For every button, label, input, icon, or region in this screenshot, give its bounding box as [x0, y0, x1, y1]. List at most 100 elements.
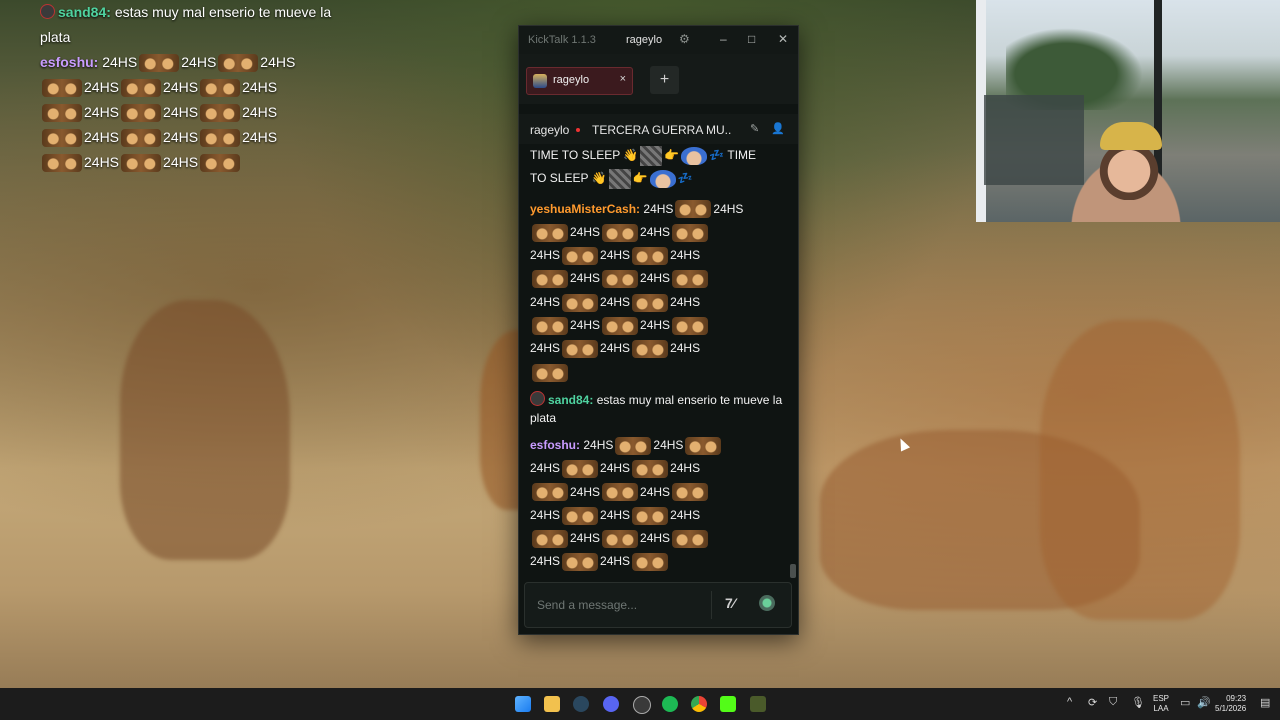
- emote-icon: [615, 436, 652, 455]
- volume-icon[interactable]: 🔊: [1197, 696, 1211, 709]
- taskbar: ^ ⟳ ⛉ 🎙 ESP LAA ▭ 🔊 09:23 5/1/2026 ▤: [0, 688, 1280, 720]
- message-text: 24HS: [600, 461, 631, 476]
- lang-code: ESP: [1153, 694, 1170, 703]
- emote-icon: [672, 316, 709, 335]
- chrome-icon[interactable]: [691, 696, 707, 712]
- emote-icon: [532, 270, 568, 289]
- message-text: 24HS: [600, 294, 631, 309]
- emote-icon: [532, 483, 568, 502]
- emote-icon: [42, 79, 82, 98]
- title-bar[interactable]: KickTalk 1.1.3 rageylo ⚙ – □ ✕: [519, 26, 798, 54]
- emote-icon: [632, 460, 669, 479]
- chat-message: esfoshu: 24HS 24HS 24HS 24HS 24HS 24HS 24HS …: [530, 434, 789, 574]
- message-input-box: Send a message... 7⁄: [524, 582, 792, 628]
- point-icon: 👉: [632, 171, 648, 186]
- channel-avatar: [533, 74, 547, 88]
- message-text: 24HS: [570, 271, 601, 286]
- emote-icon: [121, 104, 162, 123]
- notification-icon[interactable]: ▤: [1260, 696, 1270, 709]
- overlay-row: 24HS 24HS 24HS: [40, 100, 350, 125]
- stream-title: TERCERA GUERRA MU...: [592, 123, 732, 137]
- current-user[interactable]: rageylo: [626, 34, 662, 46]
- lang-layout: LAA: [1153, 704, 1169, 713]
- chat-username[interactable]: yeshuaMisterCash:: [530, 202, 640, 216]
- background-deer-left: [120, 300, 290, 560]
- overlay-row: plata: [40, 25, 350, 50]
- discord-icon[interactable]: [603, 696, 619, 712]
- overlay-username: sand84:: [58, 4, 111, 20]
- message-text: TIME TO SLEEP: [530, 148, 621, 162]
- scrollbar-thumb[interactable]: [790, 564, 796, 578]
- pencil-icon[interactable]: ✎: [750, 122, 759, 135]
- message-text: 24HS: [670, 461, 701, 476]
- close-button[interactable]: ✕: [778, 32, 788, 46]
- chat-scrollbar[interactable]: [790, 144, 796, 582]
- emote-icon: [562, 553, 599, 572]
- translate-button[interactable]: 7⁄: [725, 595, 735, 611]
- chat-message: sand84: estas muy mal enserio te mueve l…: [530, 390, 789, 427]
- message-text: 24HS: [653, 437, 684, 452]
- sync-icon[interactable]: ⟳: [1088, 696, 1097, 709]
- overlay-row: sand84: estas muy mal enserio te mueve l…: [40, 0, 350, 25]
- overlay-token: 24HS: [84, 79, 120, 95]
- obs-icon[interactable]: [633, 696, 651, 714]
- message-input[interactable]: Send a message...: [537, 598, 637, 612]
- emote-icon: [532, 223, 568, 242]
- message-text: 24HS: [530, 294, 561, 309]
- emote-icon: [632, 553, 669, 572]
- kicktalk-app-icon[interactable]: [750, 696, 766, 712]
- message-text: 24HS: [570, 318, 601, 333]
- message-text: 24HS: [640, 318, 671, 333]
- overlay-token: 24HS: [84, 104, 120, 120]
- emote-icon: [632, 506, 669, 525]
- chat-message: TIME TO SLEEP 👋 👉 💤 TIME TO SLEEP 👋 👉 💤: [530, 144, 789, 191]
- emote-icon: [602, 529, 639, 548]
- minimize-button[interactable]: –: [720, 32, 727, 46]
- maximize-button[interactable]: □: [748, 32, 755, 46]
- tab-rageylo[interactable]: rageylo ×: [526, 67, 633, 95]
- message-text: TIME: [727, 148, 757, 162]
- kick-icon[interactable]: [720, 696, 736, 712]
- overlay-token: 24HS: [181, 54, 217, 70]
- emote-icon: [200, 154, 241, 173]
- message-text: 24HS: [670, 248, 701, 263]
- language-indicator[interactable]: ESP LAA: [1153, 694, 1169, 714]
- windows-start-icon[interactable]: [515, 696, 531, 712]
- user-icon[interactable]: 👤: [771, 122, 785, 135]
- spotify-icon[interactable]: [662, 696, 678, 712]
- steam-icon[interactable]: [573, 696, 589, 712]
- emote-icon: [602, 270, 639, 289]
- emote-icon: [632, 340, 669, 359]
- emote-picker-icon[interactable]: [759, 595, 775, 611]
- chat-messages[interactable]: TIME TO SLEEP 👋 👉 💤 TIME TO SLEEP 👋 👉 💤 yesh…: [519, 144, 789, 582]
- overlay-token: 24HS: [242, 104, 278, 120]
- emote-icon: [532, 363, 568, 382]
- overlay-token: 24HS: [163, 129, 199, 145]
- file-explorer-icon[interactable]: [544, 696, 560, 712]
- overlay-row: 24HS 24HS 24HS: [40, 75, 350, 100]
- overlay-row: 24HS 24HS: [40, 150, 350, 175]
- zzz-icon: 💤: [709, 148, 725, 162]
- clock[interactable]: 09:23 5/1/2026: [1215, 694, 1246, 714]
- message-text: TO SLEEP: [530, 171, 589, 186]
- message-text: 24HS: [530, 507, 561, 522]
- emote-icon: [632, 293, 669, 312]
- emote-icon: [562, 340, 599, 359]
- chat-username[interactable]: esfoshu:: [530, 438, 580, 452]
- tab-close-icon[interactable]: ×: [620, 73, 626, 85]
- gear-icon[interactable]: ⚙: [679, 32, 690, 46]
- emote-icon: [562, 247, 599, 266]
- add-tab-button[interactable]: +: [650, 66, 679, 94]
- emote-icon: [562, 293, 599, 312]
- emote-icon: [602, 316, 639, 335]
- message-text: 24HS: [530, 248, 561, 263]
- microphone-icon[interactable]: 🎙: [1131, 696, 1145, 709]
- stream-channel[interactable]: rageylo: [530, 123, 569, 137]
- defender-icon[interactable]: ⛉: [1109, 696, 1117, 709]
- chevron-up-icon[interactable]: ^: [1067, 696, 1072, 708]
- message-text: 24HS: [640, 224, 671, 239]
- network-icon[interactable]: ▭: [1180, 696, 1190, 709]
- overlay-token: 24HS: [163, 104, 199, 120]
- overlay-token: 24HS: [102, 54, 138, 70]
- chat-username[interactable]: sand84:: [548, 393, 593, 407]
